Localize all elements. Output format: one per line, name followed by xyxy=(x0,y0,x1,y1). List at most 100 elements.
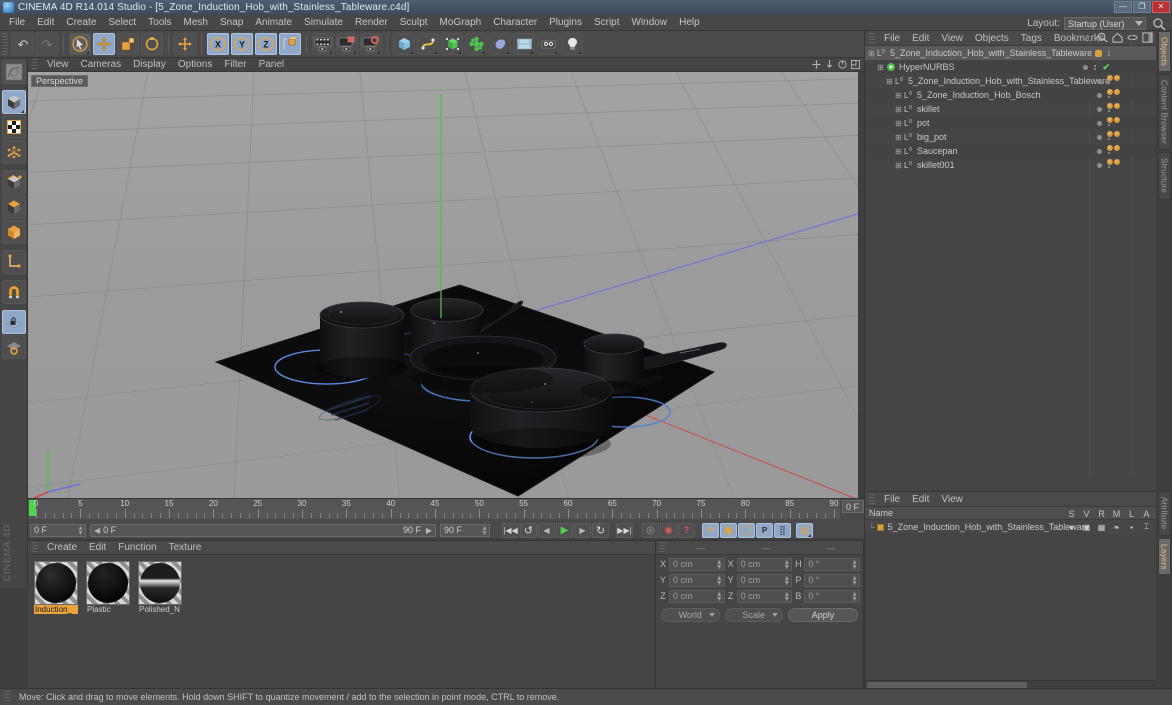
world-axis-button[interactable] xyxy=(1,250,26,274)
material-name[interactable]: Induction_ xyxy=(34,605,78,614)
coordinate-mode-dropdown[interactable]: Scale xyxy=(724,608,783,622)
object-menu-objects[interactable]: Objects xyxy=(969,33,1015,44)
point-level-animation-button[interactable]: ⣿ xyxy=(774,522,791,538)
object-menu-tags[interactable]: Tags xyxy=(1015,33,1048,44)
render-visibility-dots[interactable] xyxy=(1108,134,1110,140)
material-tag-icon[interactable] xyxy=(1114,117,1120,123)
coord-input-size-x[interactable]: 0 cm ▲ ▼ xyxy=(736,557,793,571)
render-visibility-dots[interactable] xyxy=(1108,78,1110,84)
expand-toggle-icon[interactable]: ⊞ xyxy=(876,63,885,72)
menu-mesh[interactable]: Mesh xyxy=(178,16,214,29)
material-menu-function[interactable]: Function xyxy=(112,542,162,553)
add-spline-button[interactable] xyxy=(417,33,439,55)
editor-visibility-dot[interactable] xyxy=(1097,162,1102,168)
material-tag-icon[interactable] xyxy=(1114,131,1120,137)
material-tag-icon[interactable] xyxy=(1114,159,1120,165)
add-camera-button[interactable] xyxy=(537,33,559,55)
expand-toggle-icon[interactable]: ⊞ xyxy=(894,119,903,128)
menu-mograph[interactable]: MoGraph xyxy=(434,16,488,29)
coordinate-system-button[interactable] xyxy=(279,33,301,55)
global-search-icon[interactable] xyxy=(1152,17,1166,31)
editor-visibility-dot[interactable] xyxy=(1097,148,1102,154)
undo-button[interactable]: ↶ xyxy=(12,33,34,55)
render-visibility-dots[interactable] xyxy=(1108,50,1110,56)
material-grip[interactable] xyxy=(32,542,38,553)
render-visibility-dots[interactable] xyxy=(1108,162,1110,168)
object-row[interactable]: ⊞ L 0 skillet xyxy=(865,102,1156,116)
end-frame-spinner-icon[interactable]: ▲ ▼ xyxy=(481,525,488,537)
object-manager-grip[interactable] xyxy=(869,32,875,44)
layer-visible-toggle[interactable]: ▣ xyxy=(1079,523,1094,532)
spinner-icon[interactable]: ▲ ▼ xyxy=(716,559,723,571)
layer-animation-toggle[interactable]: ⌶ xyxy=(1139,522,1154,532)
layer-manager-toggle[interactable]: ❧ xyxy=(1109,523,1124,532)
object-menu-file[interactable]: File xyxy=(878,33,906,44)
object-row[interactable]: ⊞ L 0 skillet001 xyxy=(865,158,1156,172)
layer-horizontal-scrollbar[interactable] xyxy=(865,680,1157,688)
layer-row[interactable]: └ 5_Zone_Induction_Hob_with_Stainless_Ta… xyxy=(865,520,1156,534)
expand-toggle-icon[interactable]: ⊞ xyxy=(894,147,903,156)
render-visibility-dots[interactable] xyxy=(1108,92,1110,98)
status-grip[interactable] xyxy=(4,691,10,703)
viewport-3d-canvas[interactable] xyxy=(28,72,864,498)
tab-attribute[interactable]: Attribute xyxy=(1157,491,1171,536)
coordinate-system-dropdown[interactable]: World xyxy=(661,608,720,622)
layer-solo-toggle[interactable]: ● xyxy=(1064,523,1079,532)
object-row[interactable]: ⊞ L 0 5_Zone_Induction_Hob_Bosch xyxy=(865,88,1156,102)
material-swatch[interactable] xyxy=(138,561,182,605)
coord-input-pos-y[interactable]: 0 cm ▲ ▼ xyxy=(669,573,725,587)
editor-visibility-dot[interactable] xyxy=(1095,49,1102,57)
editor-visibility-dot[interactable] xyxy=(1097,78,1102,84)
material-item[interactable]: Induction_ xyxy=(34,561,78,614)
menu-animate[interactable]: Animate xyxy=(249,16,298,29)
menu-select[interactable]: Select xyxy=(102,16,142,29)
position-key-button[interactable]: ✛ xyxy=(702,522,719,538)
toolbar-grip[interactable] xyxy=(2,33,8,55)
add-mograph-button[interactable] xyxy=(465,33,487,55)
menu-plugins[interactable]: Plugins xyxy=(543,16,588,29)
expand-toggle-icon[interactable]: ⊞ xyxy=(894,91,903,100)
expand-toggle-icon[interactable]: ⊞ xyxy=(894,133,903,142)
rotate-tool-button[interactable] xyxy=(141,33,163,55)
play-button[interactable]: ▶ xyxy=(556,522,573,538)
spinner-icon[interactable]: ▲ ▼ xyxy=(716,575,723,587)
edges-mode-button[interactable] xyxy=(1,170,26,194)
layer-menu-edit[interactable]: Edit xyxy=(906,494,935,505)
workplane-button[interactable] xyxy=(1,335,26,359)
editor-visibility-dot[interactable] xyxy=(1097,106,1102,112)
render-visibility-dots[interactable] xyxy=(1108,120,1110,126)
editor-visibility-dot[interactable] xyxy=(1083,64,1089,70)
viewport-menu-options[interactable]: Options xyxy=(172,59,218,70)
viewport-menu-display[interactable]: Display xyxy=(127,59,172,70)
viewport-menu-cameras[interactable]: Cameras xyxy=(75,59,128,70)
coordinates-grip[interactable] xyxy=(659,542,665,553)
editor-visibility-dot[interactable] xyxy=(1097,92,1102,98)
menu-snap[interactable]: Snap xyxy=(214,16,249,29)
menu-window[interactable]: Window xyxy=(626,16,674,29)
menu-tools[interactable]: Tools xyxy=(142,16,177,29)
render-view-button[interactable] xyxy=(312,33,334,55)
scene-environment-button[interactable] xyxy=(513,33,535,55)
menu-sculpt[interactable]: Sculpt xyxy=(394,16,434,29)
layer-render-toggle[interactable]: ▦ xyxy=(1094,523,1109,532)
object-row[interactable]: ⊞ L 0 5_Zone_Induction_Hob_with_Stainless_T… xyxy=(865,46,1156,60)
menu-simulate[interactable]: Simulate xyxy=(298,16,349,29)
parameter-key-button[interactable]: P xyxy=(756,522,773,538)
redo-button[interactable]: ↷ xyxy=(36,33,58,55)
menu-file[interactable]: File xyxy=(3,16,31,29)
viewport-menu-view[interactable]: View xyxy=(41,59,75,70)
material-tag-icon[interactable] xyxy=(1114,89,1120,95)
material-tag-icon[interactable] xyxy=(1114,145,1120,151)
viewport-menu-panel[interactable]: Panel xyxy=(253,59,291,70)
coord-input-rot-b[interactable]: 0 ° ▲ ▼ xyxy=(804,589,861,603)
material-tag-icon[interactable] xyxy=(1114,103,1120,109)
layout-dropdown[interactable]: Startup (User) xyxy=(1064,17,1146,30)
frame-spinner-icon[interactable]: ▲ ▼ xyxy=(77,525,84,537)
magnet-button[interactable] xyxy=(1,280,26,304)
apply-button[interactable]: Apply xyxy=(788,608,858,622)
material-item[interactable]: Plastic xyxy=(86,561,130,614)
coord-input-rot-h[interactable]: 0 ° ▲ ▼ xyxy=(804,557,861,571)
viewport-grip[interactable] xyxy=(32,59,38,70)
object-menu-view[interactable]: View xyxy=(935,33,969,44)
object-row[interactable]: ⊞ L 0 big_pot xyxy=(865,130,1156,144)
